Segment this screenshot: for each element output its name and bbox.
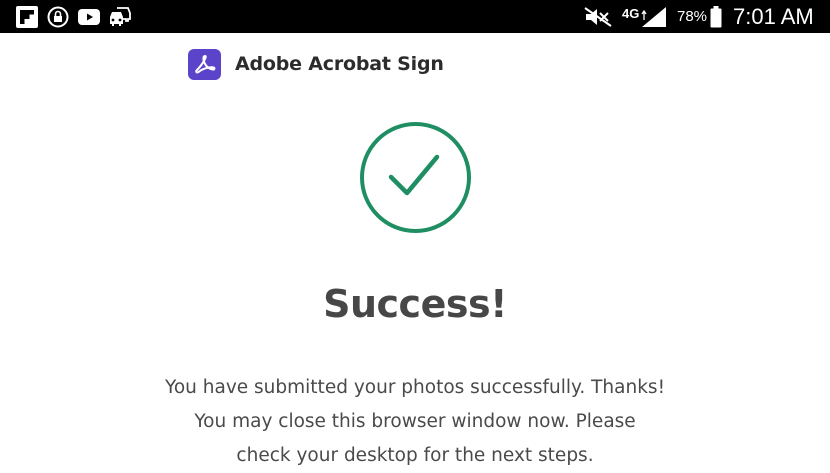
brand-header: Adobe Acrobat Sign bbox=[188, 48, 444, 80]
success-message: You have submitted your photos successfu… bbox=[0, 371, 830, 473]
message-line: You may close this browser window now. P… bbox=[194, 411, 636, 432]
battery-percent: 78% bbox=[677, 8, 708, 25]
battery-icon bbox=[710, 6, 722, 28]
acrobat-logo-icon bbox=[188, 48, 221, 80]
vpn-lock-icon bbox=[47, 6, 69, 28]
flipboard-icon bbox=[16, 6, 38, 28]
clock-time: 7:01 AM bbox=[733, 4, 814, 29]
mute-icon bbox=[583, 6, 613, 28]
status-bar: 4G 78% 7:01 AM bbox=[0, 0, 830, 33]
youtube-icon bbox=[78, 6, 100, 28]
success-title: Success! bbox=[323, 282, 507, 326]
checkmark-circle-icon bbox=[359, 121, 472, 234]
message-line: You have submitted your photos successfu… bbox=[165, 377, 665, 398]
car-mode-icon bbox=[108, 6, 132, 28]
signal-icon bbox=[640, 6, 668, 28]
network-type-label: 4G bbox=[622, 6, 640, 21]
message-line: check your desktop for the next steps. bbox=[236, 445, 594, 466]
brand-name: Adobe Acrobat Sign bbox=[235, 53, 444, 75]
